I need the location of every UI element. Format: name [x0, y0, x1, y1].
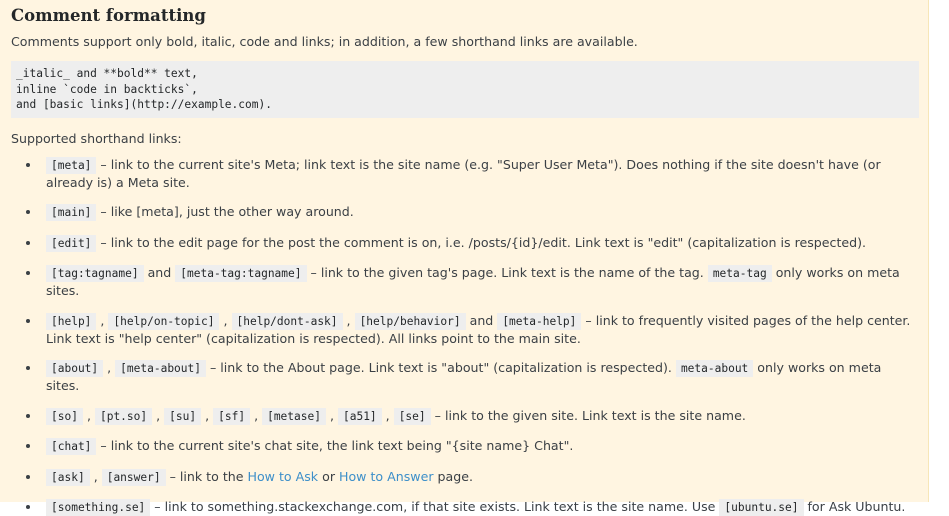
list-item-something-se: [something.se] – link to something.stack… [46, 498, 917, 516]
code-ask: [ask] [46, 469, 90, 486]
between-text: or [318, 469, 339, 484]
item-description-tail: for Ask Ubuntu. [804, 499, 906, 514]
list-item-main: [main] – like [meta], just the other way… [46, 203, 917, 221]
code-metase: [metase] [262, 408, 326, 425]
list-item-chat: [chat] – link to the current site's chat… [46, 437, 917, 455]
item-description: – link to the given tag's page. Link tex… [307, 265, 708, 280]
list-item-edit: [edit] – link to the edit page for the p… [46, 234, 917, 252]
item-description: – link to the edit page for the post the… [96, 235, 866, 250]
code-se: [se] [394, 408, 431, 425]
shorthand-links-list: [meta] – link to the current site's Meta… [11, 156, 917, 516]
code-help-on-topic: [help/on-topic] [108, 313, 219, 330]
code-meta-tag: [meta-tag:tagname] [175, 265, 306, 282]
code-example: _italic_ and **bold** text, inline `code… [11, 61, 919, 118]
code-answer: [answer] [102, 469, 166, 486]
code-pt-so: [pt.so] [95, 408, 152, 425]
code-about: [about] [46, 360, 103, 377]
code-tag: [tag:tagname] [46, 265, 144, 282]
supported-label: Supported shorthand links: [11, 130, 917, 148]
item-description: – link to the current site's Meta; link … [46, 157, 881, 190]
list-item-meta: [meta] – link to the current site's Meta… [46, 156, 917, 191]
code-meta-about-inline: meta-about [676, 360, 753, 377]
code-so: [so] [46, 408, 83, 425]
code-meta-about: [meta-about] [115, 360, 206, 377]
list-item-help: [help] , [help/on-topic] , [help/dont-as… [46, 312, 917, 347]
comment-formatting-panel: Comment formatting Comments support only… [0, 0, 929, 502]
code-sf: [sf] [213, 408, 250, 425]
how-to-answer-link[interactable]: How to Answer [339, 469, 434, 484]
code-main: [main] [46, 204, 96, 221]
intro-text: Comments support only bold, italic, code… [11, 33, 917, 51]
code-help-behavior: [help/behavior] [355, 313, 466, 330]
list-item-about: [about] , [meta-about] – link to the Abo… [46, 359, 917, 394]
list-item-tag: [tag:tagname] and [meta-tag:tagname] – l… [46, 264, 917, 299]
code-help-dont-ask: [help/dont-ask] [232, 313, 343, 330]
join-text: and [144, 265, 176, 280]
list-item-sites: [so] , [pt.so] , [su] , [sf] , [metase] … [46, 407, 917, 425]
item-description: – link to something.stackexchange.com, i… [150, 499, 719, 514]
code-edit: [edit] [46, 235, 96, 252]
item-description-tail: page. [434, 469, 473, 484]
code-chat: [chat] [46, 438, 96, 455]
how-to-ask-link[interactable]: How to Ask [248, 469, 319, 484]
code-a51: [a51] [338, 408, 382, 425]
code-meta-help: [meta-help] [497, 313, 581, 330]
code-help: [help] [46, 313, 96, 330]
code-meta-tag-inline: meta-tag [708, 265, 772, 282]
item-description: – link to the [166, 469, 248, 484]
code-meta: [meta] [46, 157, 96, 174]
section-heading: Comment formatting [11, 5, 917, 27]
code-su: [su] [164, 408, 201, 425]
item-description: – link to the About page. Link text is "… [206, 360, 676, 375]
item-description: – link to the given site. Link text is t… [431, 408, 746, 423]
item-description: – like [meta], just the other way around… [96, 204, 353, 219]
list-item-ask-answer: [ask] , [answer] – link to the How to As… [46, 468, 917, 486]
item-description: – link to the current site's chat site, … [96, 438, 573, 453]
